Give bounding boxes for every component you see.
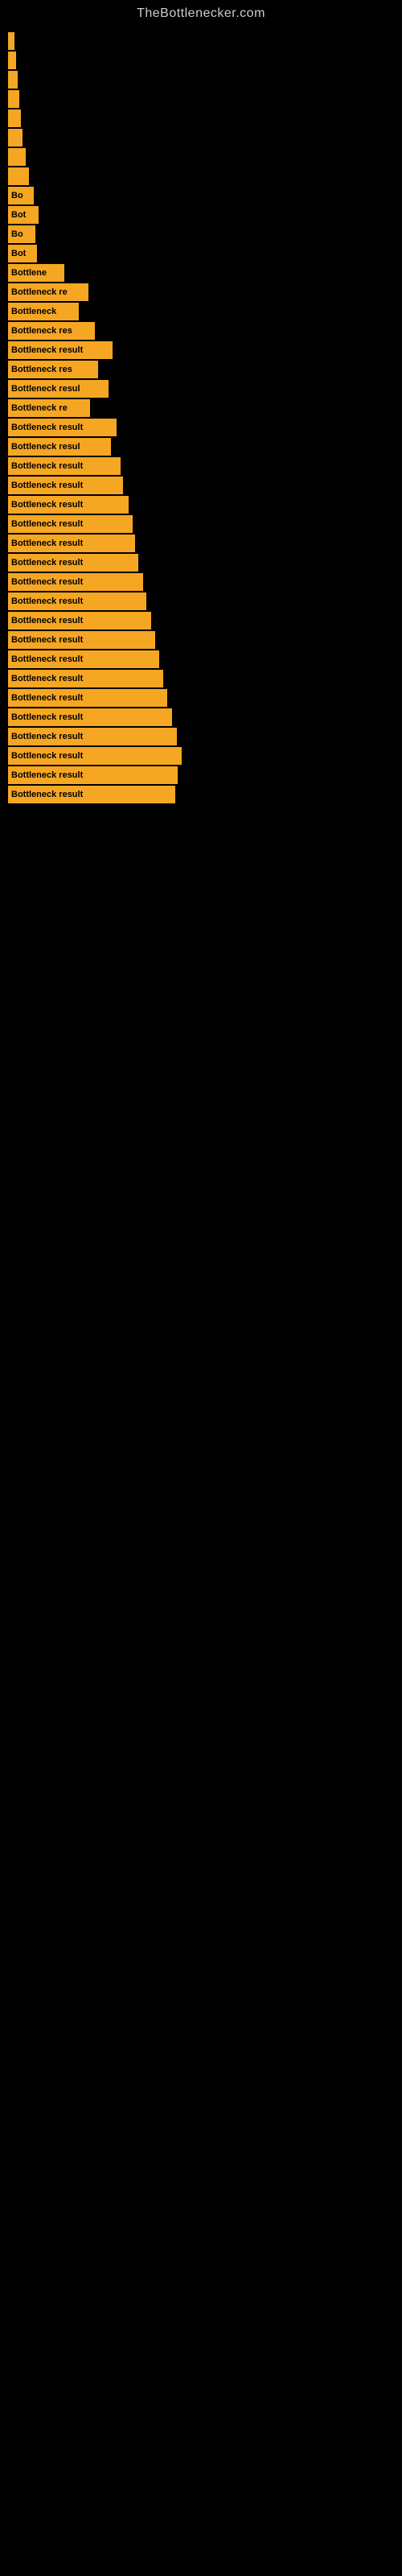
bar-row: Bottleneck result (8, 650, 402, 668)
bar-row: Bottleneck result (8, 496, 402, 514)
bar-item: Bottleneck res (8, 322, 95, 340)
bar-item: Bottleneck result (8, 612, 151, 630)
bar-item: Bot (8, 245, 37, 262)
bar-item: Bo (8, 187, 34, 204)
bar-item: Bottleneck result (8, 786, 175, 803)
bar-item (8, 148, 26, 166)
bar-item: Bottleneck result (8, 631, 155, 649)
bar-row: Bottleneck result (8, 573, 402, 591)
bar-item: Bottleneck result (8, 747, 182, 765)
bar-row (8, 52, 402, 69)
bar-item (8, 167, 29, 185)
bar-item: Bottleneck result (8, 535, 135, 552)
bar-row: Bottleneck result (8, 341, 402, 359)
bar-item: Bottleneck (8, 303, 79, 320)
bar-row: Bottleneck result (8, 419, 402, 436)
bar-row: Bottleneck re (8, 283, 402, 301)
bar-row: Bottleneck result (8, 592, 402, 610)
bar-item: Bottleneck result (8, 554, 138, 572)
bar-row: Bottleneck result (8, 786, 402, 803)
bar-row (8, 90, 402, 108)
bar-item (8, 129, 23, 147)
bar-row: Bottlene (8, 264, 402, 282)
bar-item: Bottleneck result (8, 341, 113, 359)
bar-row: Bottleneck resul (8, 438, 402, 456)
bar-item: Bottleneck result (8, 496, 129, 514)
bar-item (8, 109, 21, 127)
bar-item: Bottleneck result (8, 573, 143, 591)
bar-row (8, 71, 402, 89)
bar-row: Bot (8, 206, 402, 224)
site-title: TheBottlenecker.com (0, 0, 402, 24)
bar-row: Bottleneck result (8, 689, 402, 707)
bar-row (8, 148, 402, 166)
bar-row (8, 129, 402, 147)
bar-row: Bottleneck result (8, 670, 402, 687)
bar-item: Bottleneck result (8, 728, 177, 745)
bar-row: Bottleneck result (8, 535, 402, 552)
bar-row: Bottleneck res (8, 322, 402, 340)
bar-row: Bottleneck result (8, 631, 402, 649)
bar-row (8, 32, 402, 50)
bar-row: Bottleneck re (8, 399, 402, 417)
bar-item (8, 32, 14, 50)
bar-item: Bottleneck resul (8, 380, 109, 398)
bar-row: Bottleneck (8, 303, 402, 320)
bar-item: Bottleneck resul (8, 438, 111, 456)
bar-item: Bottleneck result (8, 708, 172, 726)
bar-row: Bottleneck result (8, 747, 402, 765)
bar-item: Bottleneck result (8, 515, 133, 533)
bar-item (8, 52, 16, 69)
bar-item: Bottleneck result (8, 592, 146, 610)
bar-row: Bot (8, 245, 402, 262)
bar-row (8, 109, 402, 127)
bar-item: Bottleneck result (8, 650, 159, 668)
bar-item: Bottleneck result (8, 419, 117, 436)
bar-row: Bottleneck result (8, 612, 402, 630)
bar-item (8, 71, 18, 89)
bar-row: Bottleneck result (8, 708, 402, 726)
bar-item: Bottleneck result (8, 457, 121, 475)
bar-row: Bottleneck result (8, 477, 402, 494)
bar-row: Bottleneck res (8, 361, 402, 378)
bar-item: Bottleneck result (8, 670, 163, 687)
bar-item: Bottleneck re (8, 399, 90, 417)
bar-item: Bo (8, 225, 35, 243)
bar-item (8, 90, 19, 108)
bar-row: Bottleneck result (8, 457, 402, 475)
bar-item: Bottleneck result (8, 477, 123, 494)
bar-row: Bo (8, 225, 402, 243)
bar-row (8, 167, 402, 185)
bar-row: Bottleneck result (8, 515, 402, 533)
bar-item: Bottleneck res (8, 361, 98, 378)
bar-item: Bot (8, 206, 39, 224)
bars-container: BoBotBoBotBottleneBottleneck reBottlenec… (0, 24, 402, 805)
bar-item: Bottleneck result (8, 689, 167, 707)
bar-row: Bottleneck result (8, 554, 402, 572)
bar-row: Bottleneck result (8, 728, 402, 745)
bar-item: Bottleneck re (8, 283, 88, 301)
bar-item: Bottleneck result (8, 766, 178, 784)
bar-row: Bottleneck resul (8, 380, 402, 398)
bar-row: Bottleneck result (8, 766, 402, 784)
bar-row: Bo (8, 187, 402, 204)
bar-item: Bottlene (8, 264, 64, 282)
